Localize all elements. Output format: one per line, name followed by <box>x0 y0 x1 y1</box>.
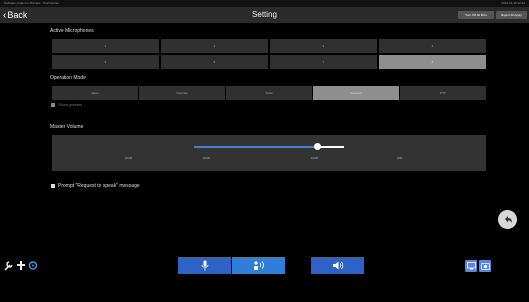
microphone-grid: 1 2 3 4 5 6 7 8 <box>52 39 486 70</box>
mic-button-7[interactable]: 7 <box>270 55 377 69</box>
page-title: Setting <box>252 10 277 19</box>
volume-tick-10: -10dB <box>310 156 319 160</box>
mode-open-button[interactable]: Open <box>52 86 138 100</box>
active-microphones-label: Active Microphones <box>50 28 94 34</box>
volume-slider-thumb[interactable] <box>313 143 321 150</box>
right-icons <box>465 260 491 272</box>
camera-button[interactable] <box>479 260 491 272</box>
status-left-text: Software project in Preview - Trial lice… <box>4 1 59 5</box>
volume-slider-track[interactable] <box>194 146 344 148</box>
speaker-icon <box>332 261 343 270</box>
mic-button-5[interactable]: 5 <box>52 55 159 69</box>
mode-voice-button[interactable]: Voice <box>226 86 312 100</box>
nav-bar: ‹ Back Setting Turn Off All Mics Reject … <box>0 7 529 23</box>
turn-off-all-mics-button[interactable]: Turn Off All Mics <box>458 11 494 19</box>
tool-icons <box>4 260 38 271</box>
mic-button-2[interactable]: 2 <box>161 39 268 53</box>
operation-mode-selector: Open Override Voice Request PTT <box>52 86 486 100</box>
master-volume-label: Master Volume <box>50 124 84 130</box>
camera-icon <box>480 263 490 270</box>
monitor-button[interactable] <box>465 260 477 272</box>
prompt-request-checkbox[interactable] <box>51 184 55 188</box>
network-icon[interactable] <box>16 260 26 271</box>
show-presets-checkbox[interactable] <box>51 102 55 107</box>
mode-request-button[interactable]: Request <box>313 86 399 100</box>
bottom-toolbar <box>0 257 529 274</box>
speak-button[interactable] <box>232 257 285 274</box>
volume-tick-0: 0dB <box>397 156 403 160</box>
microphone-button[interactable] <box>178 257 231 274</box>
prompt-request-label: Prompt "Request to speak" message <box>58 183 140 189</box>
mic-button-6[interactable]: 6 <box>161 55 268 69</box>
mode-ptt-button[interactable]: PTT <box>400 86 486 100</box>
gear-icon[interactable] <box>28 260 38 271</box>
undo-button[interactable] <box>498 210 517 229</box>
status-right-text: 2022-01-19 12:44 <box>501 1 525 5</box>
microphone-icon <box>201 260 208 271</box>
undo-arrow-icon <box>504 215 512 223</box>
mic-button-8[interactable]: 8 <box>379 55 486 69</box>
status-bar: Software project in Preview - Trial lice… <box>0 0 529 7</box>
mode-override-button[interactable]: Override <box>139 86 225 100</box>
prompt-request-row[interactable]: Prompt "Request to speak" message <box>51 183 140 189</box>
mic-button-1[interactable]: 1 <box>52 39 159 53</box>
show-presets-row[interactable]: Show presets <box>51 102 82 107</box>
show-presets-label: Show presets <box>58 102 83 107</box>
wrench-icon[interactable] <box>4 260 14 271</box>
reject-all-apply-button[interactable]: Reject All Apply <box>496 11 527 19</box>
monitor-icon <box>466 262 476 270</box>
volume-slider-fill <box>194 146 317 148</box>
volume-tick-20: -20dB <box>202 156 211 160</box>
mic-button-3[interactable]: 3 <box>270 39 377 53</box>
volume-tick-30: -30dB <box>124 156 133 160</box>
master-volume-panel: -30dB -20dB -10dB 0dB <box>52 135 486 171</box>
operation-mode-label: Operation Mode <box>50 75 86 81</box>
volume-button[interactable] <box>311 257 364 274</box>
mic-button-4[interactable]: 4 <box>379 39 486 53</box>
speak-icon <box>253 261 264 270</box>
